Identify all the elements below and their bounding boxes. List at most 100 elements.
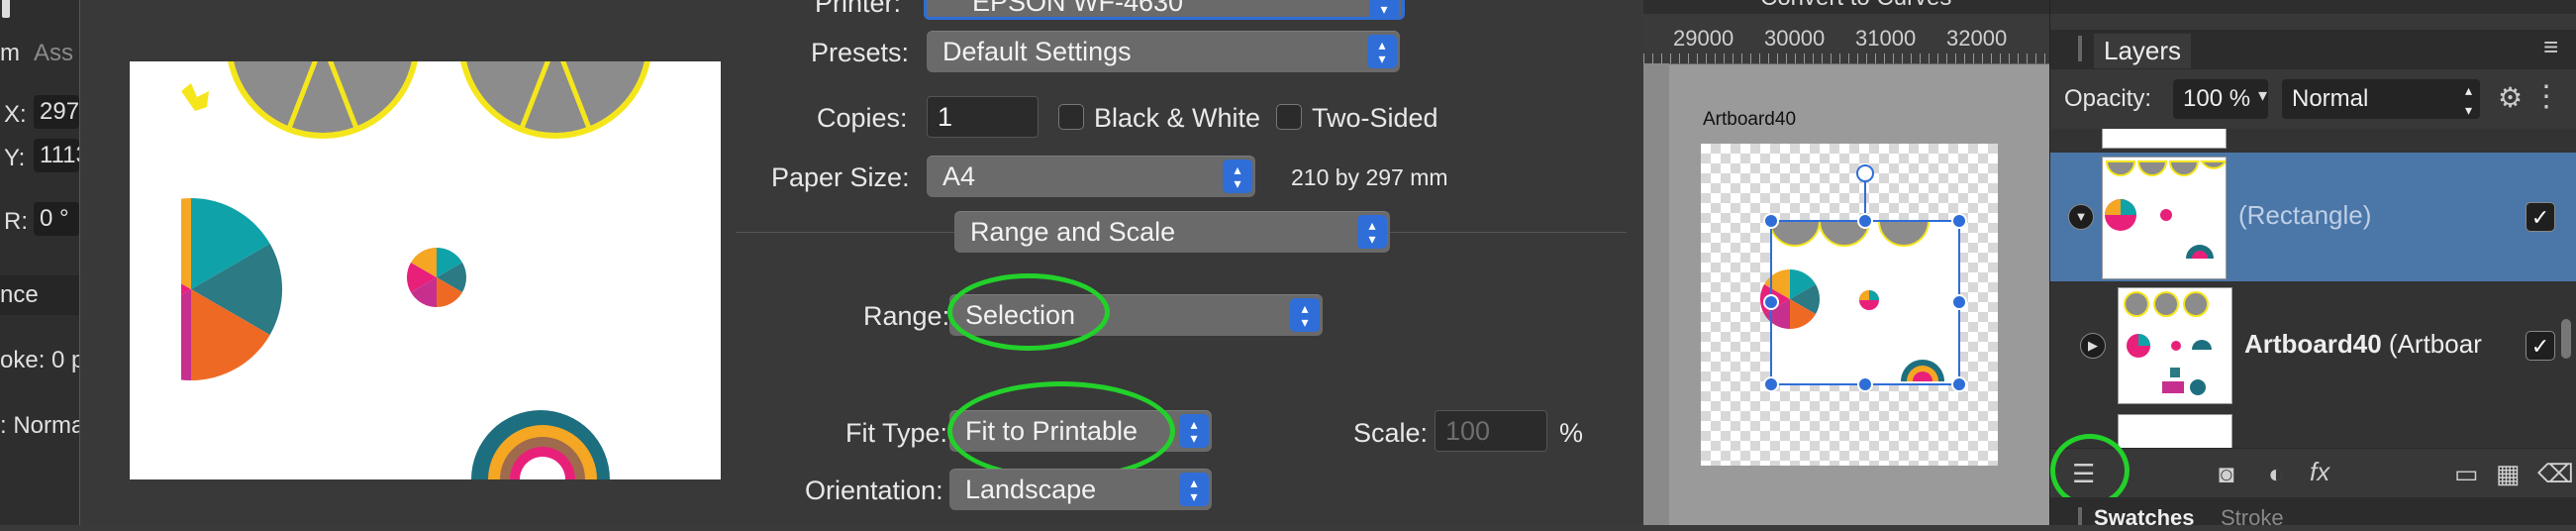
orientation-label: Orientation: [805,476,943,505]
artboard-artwork[interactable] [1701,144,1998,466]
orientation-value: Landscape [965,475,1097,504]
adjustment-icon[interactable]: ◐ [2268,459,2284,488]
convert-to-curves-button[interactable]: Convert to Curves [1760,0,1951,12]
orientation-stepper-icon: ▴ ▾ [1179,473,1209,506]
canvas-gutter [1643,63,1669,525]
resize-handle[interactable] [1951,213,1967,229]
gear-icon[interactable]: ⚙ [2498,81,2523,114]
trash-icon[interactable]: ⌫ [2537,459,2574,488]
orientation-popup[interactable]: Landscape ▴ ▾ [949,469,1212,510]
rotation-field[interactable]: 0 ° [34,202,79,236]
layer-name: (Rectangle) [2238,200,2372,230]
layer-row-artboard[interactable]: ▶ Artboard40 (Artboar ✓ [2050,281,2576,410]
swatches-tab[interactable]: Swatches [2094,505,2195,531]
opacity-value: 100 % [2183,85,2251,112]
fit-type-highlight-annotation [947,381,1175,480]
black-white-checkbox[interactable] [1058,104,1084,130]
copies-field[interactable]: 1 [927,96,1039,138]
scale-field[interactable]: 100 [1435,410,1547,452]
panel-tab-bar: Layers ≡ [2050,30,2576,69]
panel-menu-icon[interactable]: ≡ [2543,32,2558,62]
preview-margin [130,61,181,479]
print-dialog: Printer: EPSON WF-4630 ▴▾ Presets: Defau… [79,0,1645,525]
two-sided-checkbox[interactable] [1276,104,1302,130]
rainbow-shape [471,410,610,479]
artboard[interactable] [1701,144,1998,466]
scale-unit: % [1559,418,1584,448]
resize-handle[interactable] [1951,294,1967,310]
layer-name-main: Artboard40 [2244,329,2382,359]
two-sided-label: Two-Sided [1312,103,1438,133]
presets-stepper-icon: ▴ ▾ [1367,35,1397,68]
presets-value: Default Settings [942,37,1132,66]
canvas-area[interactable]: Convert to Curves 29000 30000 31000 3200… [1643,0,2049,525]
layer-visibility-checkbox[interactable]: ✓ [2526,331,2555,361]
add-pixel-layer-icon[interactable]: ▭ [2454,459,2479,488]
resize-handle[interactable] [1763,213,1779,229]
layers-panel: Layers ≡ Opacity: 100 % ▾ Normal ▴ ▾ ⚙ ⋮ … [2049,0,2576,530]
panel-tab-left[interactable]: m [0,40,20,67]
y-field[interactable]: 1113 [34,139,79,172]
context-toolbar-strip: m Ass X: 297 Y: 1113 R: 0 ° nce oke: 0 p… [0,0,84,525]
range-stepper-icon: ▴ ▾ [1290,298,1320,332]
x-field[interactable]: 297 [34,95,79,129]
printer-value: EPSON WF-4630 [972,0,1184,17]
layer-thumbnail [2118,287,2232,404]
x-label: X: [4,101,27,128]
resize-handle[interactable] [1951,376,1967,392]
print-preview [130,61,721,479]
blend-mode-popup[interactable]: Normal ▴ ▾ [2282,79,2480,119]
fx-icon[interactable]: fx [2310,457,2329,486]
range-highlight-annotation [947,273,1110,351]
y-label: Y: [4,145,26,171]
layer-thumbnail [2102,157,2227,279]
printer-stepper-icon: ▴▾ [1369,0,1399,19]
layers-icon-highlight-annotation [2050,434,2130,507]
expand-triangle-icon[interactable]: ▶ [2080,333,2106,359]
section-popup[interactable]: Range and Scale ▴ ▾ [954,211,1390,253]
bottom-tab-bar: Swatches Stroke [2050,497,2576,530]
blend-label[interactable]: : Norma [0,412,84,440]
section-label: nce [0,281,39,308]
artboard-half-circles [1768,220,1931,247]
paper-size-label: Paper Size: [771,162,910,192]
ruler-tick: 29000 [1673,26,1734,51]
mask-layer-icon[interactable]: ◙ [2219,459,2234,488]
layers-tab[interactable]: Layers [2094,34,2192,68]
layers-scrollbar[interactable] [2561,319,2571,359]
panel-top-strip [2050,0,2576,14]
paper-size-popup[interactable]: A4 ▴ ▾ [927,156,1255,197]
presets-popup[interactable]: Default Settings ▴ ▾ [927,31,1400,72]
presets-label: Presets: [811,38,910,67]
layer-row-rectangle[interactable]: ▼ (Rectangle) ✓ [2050,153,2576,281]
tab-grip-icon [2078,507,2082,525]
collapse-triangle-icon[interactable]: ▼ [2068,204,2094,230]
rotate-handle[interactable] [1856,164,1874,182]
section-value: Range and Scale [970,217,1176,247]
paper-size-stepper-icon: ▴ ▾ [1223,159,1252,193]
printer-popup[interactable]: EPSON WF-4630 ▴▾ [924,0,1405,20]
rotation-label: R: [4,208,28,235]
stroke-tab[interactable]: Stroke [2221,505,2284,531]
assets-tab[interactable]: Ass [34,40,73,67]
blend-stepper-icon: ▴ ▾ [2464,82,2472,118]
top-ruler: Convert to Curves 29000 30000 31000 3200… [1643,0,2049,64]
blend-mode-value: Normal [2292,85,2369,112]
ruler-ticks [1643,53,2049,63]
group-layer-icon[interactable]: ▦ [2496,459,2521,488]
tab-grip-icon [2078,36,2082,61]
paper-size-value: A4 [942,161,976,191]
more-options-icon[interactable]: ⋮ [2531,79,2561,114]
opacity-field[interactable]: 100 % [2173,79,2268,119]
resize-handle[interactable] [1763,294,1779,310]
paper-dimensions: 210 by 297 mm [1291,164,1448,190]
resize-handle[interactable] [1857,213,1873,229]
opacity-dropdown-icon[interactable]: ▾ [2258,85,2267,106]
range-label: Range: [863,301,950,331]
scale-label: Scale: [1353,418,1429,448]
resize-handle[interactable] [1857,376,1873,392]
ruler-tick: 31000 [1855,26,1917,51]
section-stepper-icon: ▴ ▾ [1357,215,1387,249]
resize-handle[interactable] [1763,376,1779,392]
layer-visibility-checkbox[interactable]: ✓ [2526,202,2555,232]
